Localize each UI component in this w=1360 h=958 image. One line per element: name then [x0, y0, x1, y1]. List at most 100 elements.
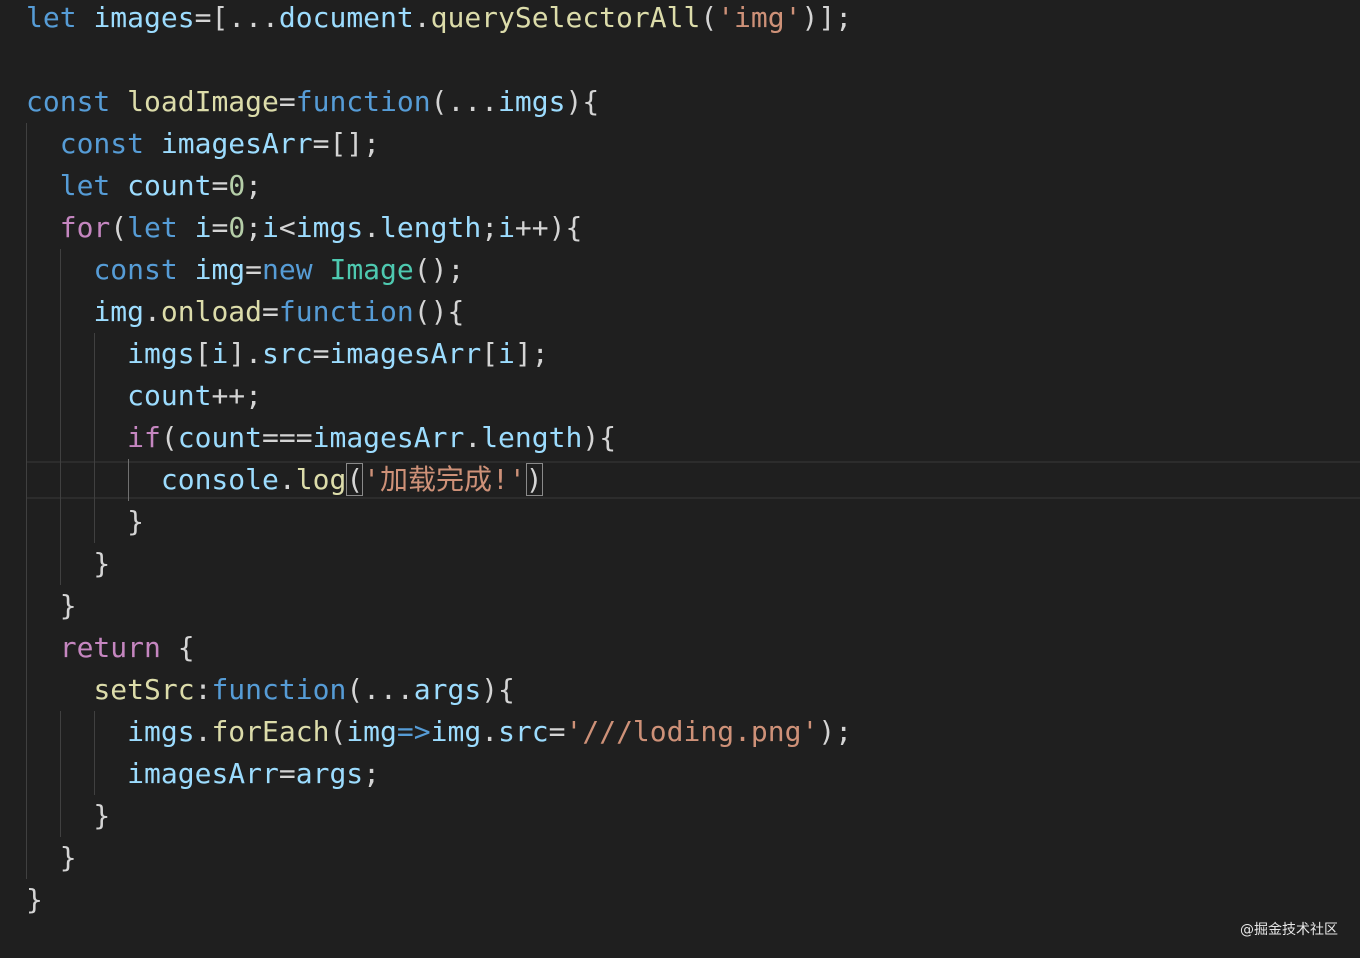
code-line[interactable]: imgs[i].src=imagesArr[i];: [26, 333, 852, 375]
code-token: imgs: [498, 85, 566, 118]
code-line[interactable]: }: [26, 543, 852, 585]
code-token: imagesArr: [160, 127, 313, 160]
code-line[interactable]: return {: [26, 627, 852, 669]
code-token: [: [194, 337, 212, 370]
code-line[interactable]: const img=new Image();: [26, 249, 852, 291]
code-line[interactable]: setSrc:function(...args){: [26, 669, 852, 711]
code-token: function: [211, 673, 347, 706]
code-token: );: [818, 715, 853, 748]
code-token: [: [481, 337, 499, 370]
code-line[interactable]: }: [26, 837, 852, 879]
code-line[interactable]: imagesArr=args;: [26, 753, 852, 795]
code-token: =>: [396, 715, 431, 748]
code-token: }: [26, 505, 145, 538]
code-line[interactable]: img.onload=function(){: [26, 291, 852, 333]
code-line[interactable]: if(count===imagesArr.length){: [26, 417, 852, 459]
code-token: length: [380, 211, 482, 244]
code-token: }: [26, 883, 43, 916]
code-token: 'img': [717, 1, 802, 34]
code-token: )];: [801, 1, 853, 34]
code-token: i: [211, 337, 229, 370]
code-editor[interactable]: let images=[...document.querySelectorAll…: [0, 0, 1360, 958]
code-token: =: [211, 211, 229, 244]
code-line[interactable]: const imagesArr=[];: [26, 123, 852, 165]
code-token: .: [481, 715, 499, 748]
code-line[interactable]: for(let i=0;i<imgs.length;i++){: [26, 207, 852, 249]
code-token: =: [211, 169, 229, 202]
code-token: count: [127, 379, 212, 412]
code-token: i: [194, 211, 212, 244]
code-token: .: [464, 421, 482, 454]
code-token: function: [278, 295, 414, 328]
code-token: images: [93, 1, 195, 34]
code-token: ;: [245, 169, 263, 202]
code-token: const: [59, 127, 145, 160]
code-token: const: [26, 85, 111, 118]
code-line[interactable]: }: [26, 501, 852, 543]
code-token: =[];: [312, 127, 381, 160]
code-token: args: [413, 673, 482, 706]
code-token: img: [430, 715, 482, 748]
code-token: .: [363, 211, 381, 244]
code-token: forEach: [211, 715, 330, 748]
code-line[interactable]: }: [26, 585, 852, 627]
code-token: ;: [481, 211, 499, 244]
code-token: ;: [245, 211, 263, 244]
code-line[interactable]: let count=0;: [26, 165, 852, 207]
code-token: imagesArr: [127, 757, 279, 790]
code-lines[interactable]: let images=[...document.querySelectorAll…: [26, 0, 852, 921]
code-token: console: [160, 463, 279, 496]
code-token: (...: [346, 673, 414, 706]
code-line[interactable]: }: [26, 795, 852, 837]
code-token: ===: [262, 421, 313, 454]
code-token: img: [93, 295, 145, 328]
code-token: .: [144, 295, 161, 328]
code-line[interactable]: }: [26, 879, 852, 921]
code-token: (: [346, 463, 364, 496]
code-token: count: [127, 169, 212, 202]
code-token: let: [127, 211, 178, 244]
code-token: querySelectorAll: [430, 1, 701, 34]
code-line[interactable]: const loadImage=function(...imgs){: [26, 81, 852, 123]
watermark: @掘金技术社区: [1240, 922, 1338, 938]
code-token: ): [525, 463, 543, 496]
code-token: img: [346, 715, 397, 748]
code-token: .: [194, 715, 212, 748]
code-token: imgs: [295, 211, 364, 244]
code-token: (: [700, 1, 718, 34]
code-token: ();: [413, 253, 465, 286]
code-token: i: [498, 337, 515, 370]
code-token: 0: [228, 211, 246, 244]
code-line[interactable]: count++;: [26, 375, 852, 417]
code-line[interactable]: console.log('加载完成!'): [26, 459, 852, 501]
code-token: const: [93, 253, 178, 286]
code-token: onload: [160, 295, 263, 328]
code-line[interactable]: imgs.forEach(img=>img.src='///loding.png…: [26, 711, 852, 753]
code-token: for: [59, 211, 111, 244]
code-line[interactable]: [26, 39, 852, 81]
code-token: (: [329, 715, 347, 748]
code-token: (){: [413, 295, 465, 328]
code-line[interactable]: let images=[...document.querySelectorAll…: [26, 0, 852, 39]
code-token: =: [548, 715, 566, 748]
code-token: return: [59, 631, 161, 664]
code-token: src: [498, 715, 549, 748]
code-token: .: [413, 1, 431, 34]
code-token: let: [26, 1, 77, 34]
code-token: length: [481, 421, 583, 454]
code-token: ;: [363, 757, 381, 790]
code-token: :: [194, 673, 212, 706]
